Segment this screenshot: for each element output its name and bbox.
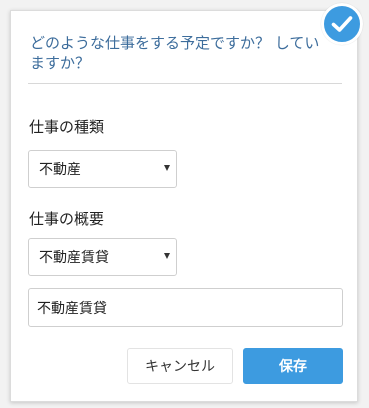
caret-down-icon [164, 253, 170, 259]
job-type-selected-value: 不動産 [39, 162, 81, 178]
job-summary-select[interactable]: 不動産賃貸 [28, 238, 177, 276]
cancel-button[interactable]: キャンセル [127, 348, 233, 384]
job-summary-label: 仕事の概要 [29, 210, 105, 228]
job-type-label: 仕事の種類 [29, 118, 105, 136]
caret-down-icon [164, 165, 170, 171]
check-icon [331, 16, 353, 32]
job-summary-selected-value: 不動産賃貸 [39, 250, 109, 266]
save-button[interactable]: 保存 [243, 348, 343, 384]
divider [28, 83, 342, 84]
job-summary-input[interactable] [28, 288, 343, 327]
job-type-select[interactable]: 不動産 [28, 150, 177, 188]
question-text: どのような仕事をする予定ですか？ していますか？ [30, 34, 320, 72]
